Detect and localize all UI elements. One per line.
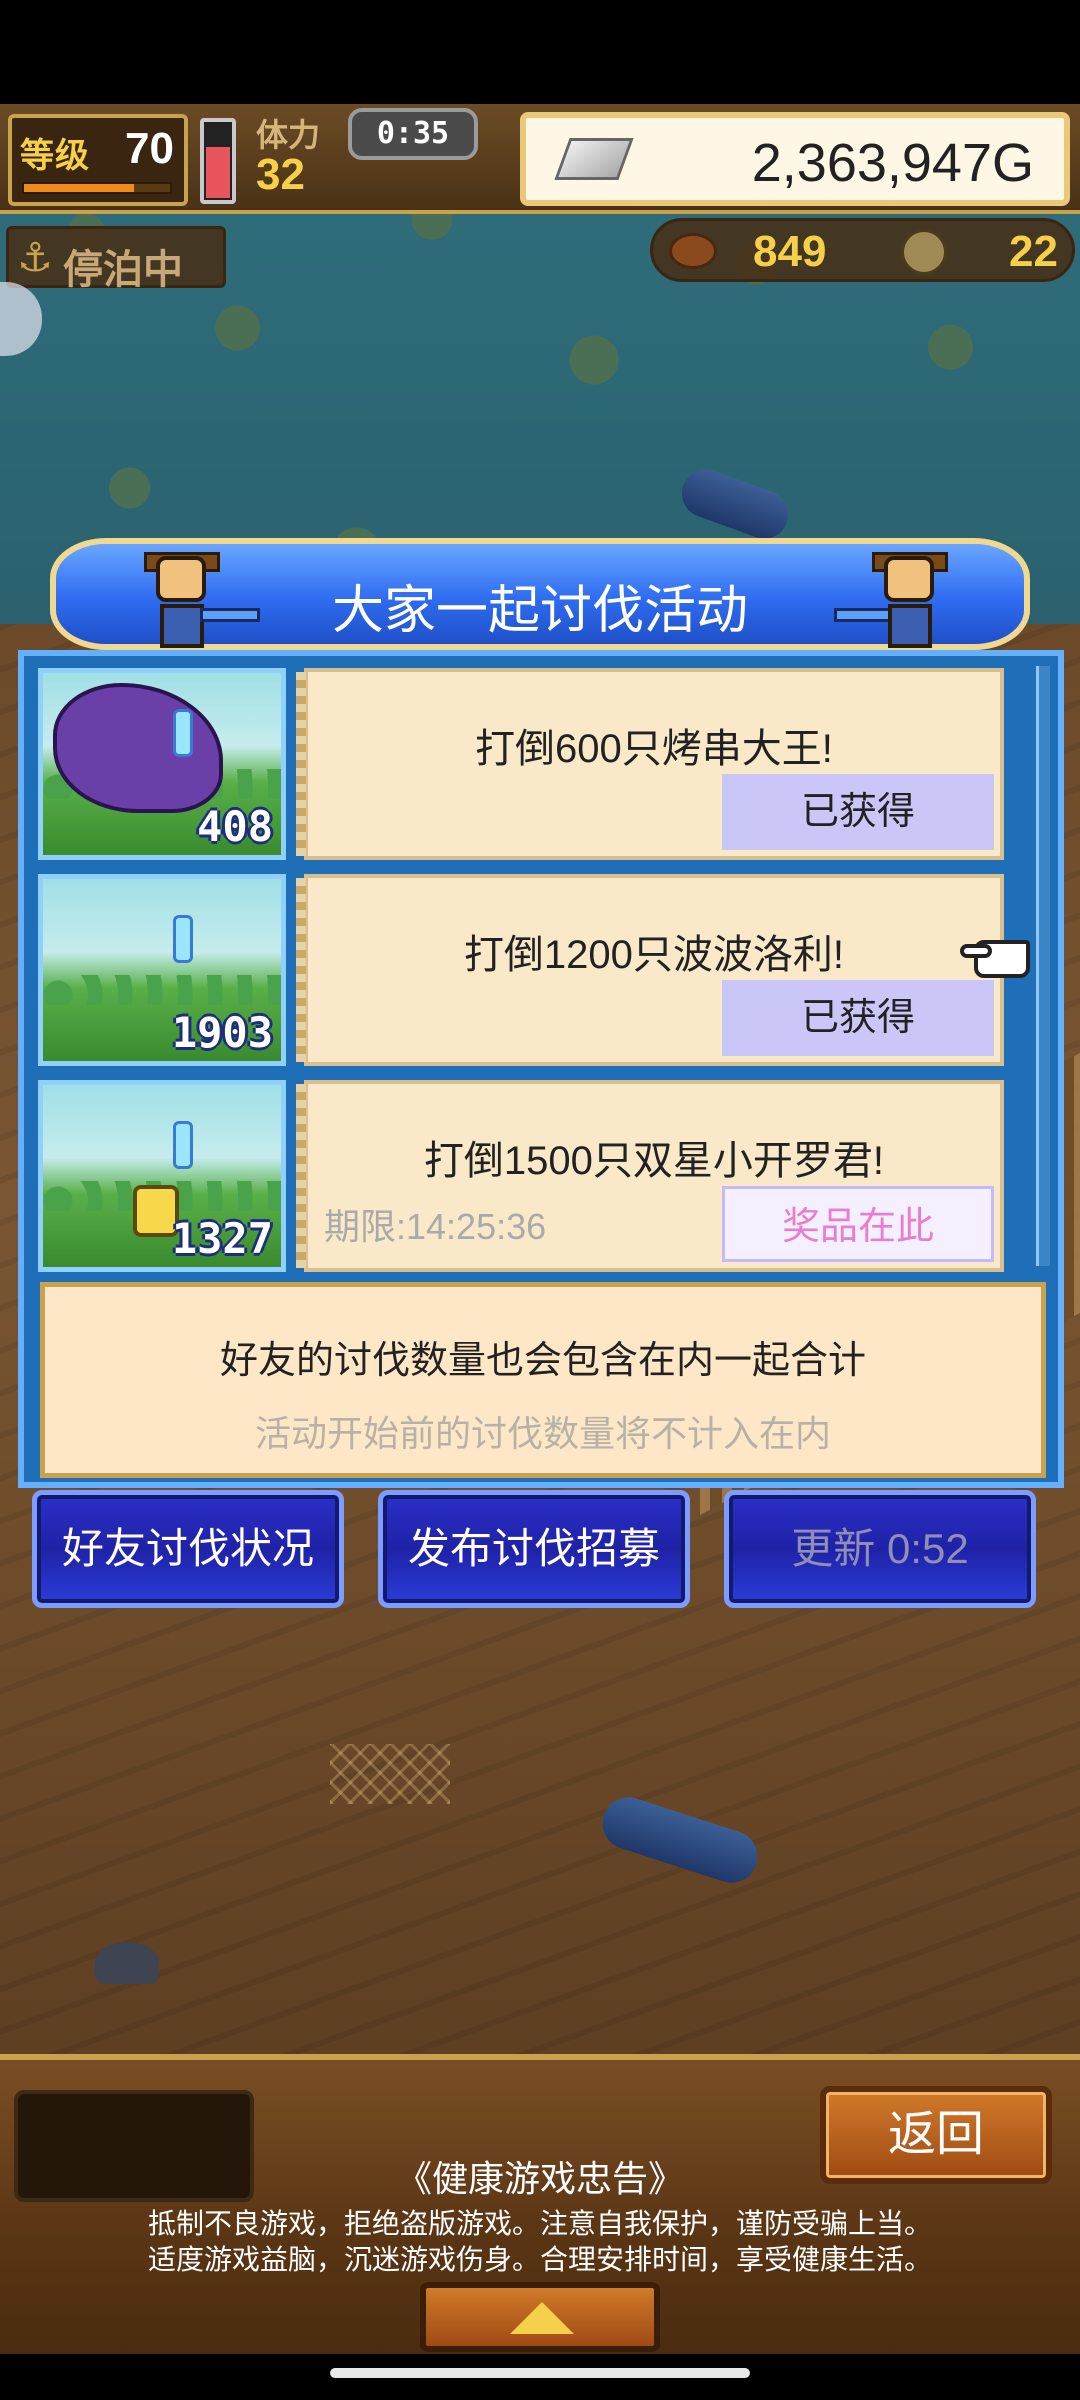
exclamation-icon [173, 915, 193, 963]
health-notice-title: 《健康游戏忠告》 [395, 2158, 684, 2199]
exp-bar-fill [24, 184, 134, 192]
docked-status[interactable]: ⚓ 停泊中 [6, 226, 226, 292]
goal-title: 打倒1500只双星小开罗君! [423, 1139, 885, 1183]
goal-title: 打倒600只烤串大王! [475, 727, 833, 771]
scrollbar-thumb[interactable] [1036, 666, 1050, 1266]
event-row[interactable]: 1327 打倒1500只双星小开罗君! 期限:14:25:36 奖品在此 [34, 1076, 1014, 1276]
obtained-badge: 已获得 [722, 774, 994, 850]
exp-bar [22, 182, 172, 194]
health-notice-line1: 抵制不良游戏，拒绝盗版游戏。注意自我保护，谨防受骗上当。 [147, 2208, 932, 2239]
post-recruit-button[interactable]: 发布讨伐招募 [378, 1490, 690, 1608]
exclamation-icon [173, 1121, 193, 1169]
health-notice-line2: 适度游戏益脑，沉迷游戏伤身。合理安排时间，享受健康生活。 [147, 2244, 932, 2275]
level-value: 70 [125, 124, 174, 173]
stamina-timer: 0:35 [348, 108, 478, 160]
event-info-card: 好友的讨伐数量也会包含在内一起合计 活动开始前的讨伐数量将不计入在内 [40, 1282, 1046, 1478]
boss-monster-image [53, 683, 223, 813]
event-row[interactable]: 408 打倒600只烤串大王! 已获得 [34, 664, 1014, 864]
stamina-value: 32 [256, 150, 305, 199]
pointing-hand-icon [960, 936, 1032, 982]
obtained-badge: 已获得 [722, 980, 994, 1056]
level-label: 等级 [20, 137, 90, 175]
info-sub-text: 活动开始前的讨伐数量将不计入在内 [254, 1413, 831, 1454]
top-hud: 等级 70 体力 32 0:35 2,363,947G [0, 104, 1080, 214]
cat-character[interactable] [95, 1942, 159, 1984]
docked-label: 停泊中 [63, 248, 183, 292]
kill-count: 1327 [171, 1214, 273, 1263]
home-gesture-handle[interactable] [330, 2368, 750, 2378]
triangle-up-icon [510, 2302, 574, 2334]
resource-panel: 849 22 [650, 218, 1075, 282]
bottom-panel: 返回 《健康游戏忠告》 抵制不良游戏，拒绝盗版游戏。注意自我保护，谨防受骗上当。… [0, 2054, 1080, 2354]
anchor-icon: ⚓ [17, 236, 53, 280]
refresh-button[interactable]: 更新 0:52 [724, 1490, 1036, 1608]
meat-icon [669, 233, 717, 269]
event-row[interactable]: 1903 打倒1200只波波洛利! 已获得 [34, 870, 1014, 1070]
medal-count: 22 [1009, 227, 1058, 276]
status-bar [0, 0, 1080, 104]
kill-count: 408 [197, 802, 273, 851]
event-panel: 408 打倒600只烤串大王! 已获得 1903 打倒1200只波波洛利! 已获… [18, 650, 1064, 1488]
exclamation-icon [173, 709, 193, 757]
mascot-right-icon [834, 552, 974, 652]
stamina-gauge-fill [206, 147, 230, 198]
event-goal-card: 打倒1500只双星小开罗君! 期限:14:25:36 奖品在此 [296, 1080, 1004, 1272]
stamina-gauge [200, 118, 236, 204]
info-main-text: 好友的讨伐数量也会包含在内一起合计 [219, 1340, 866, 1382]
kill-count: 1903 [171, 1008, 273, 1057]
goal-title: 打倒1200只波波洛利! [463, 933, 845, 977]
gold-panel: 2,363,947G [520, 112, 1070, 206]
friend-status-button[interactable]: 好友讨伐状况 [32, 1490, 344, 1608]
monster-thumbnail: 1903 [38, 874, 286, 1066]
system-nav-bar [0, 2354, 1080, 2400]
monster-thumbnail: 408 [38, 668, 286, 860]
event-goal-card: 打倒1200只波波洛利! 已获得 [296, 874, 1004, 1066]
gold-value: 2,363,947G [751, 133, 1034, 193]
event-goal-card: 打倒600只烤串大王! 已获得 [296, 668, 1004, 860]
food-count: 849 [753, 227, 827, 276]
monster-thumbnail: 1327 [38, 1080, 286, 1272]
silver-bar-icon [554, 138, 634, 180]
medal-icon [901, 229, 947, 275]
level-box: 等级 70 [8, 114, 188, 206]
deadline-text: 期限:14:25:36 [324, 1206, 547, 1247]
expand-button[interactable] [420, 2282, 660, 2352]
prize-button[interactable]: 奖品在此 [722, 1186, 994, 1262]
event-title-bar: 大家一起讨伐活动 [50, 538, 1030, 650]
deck-grate [330, 1744, 450, 1804]
